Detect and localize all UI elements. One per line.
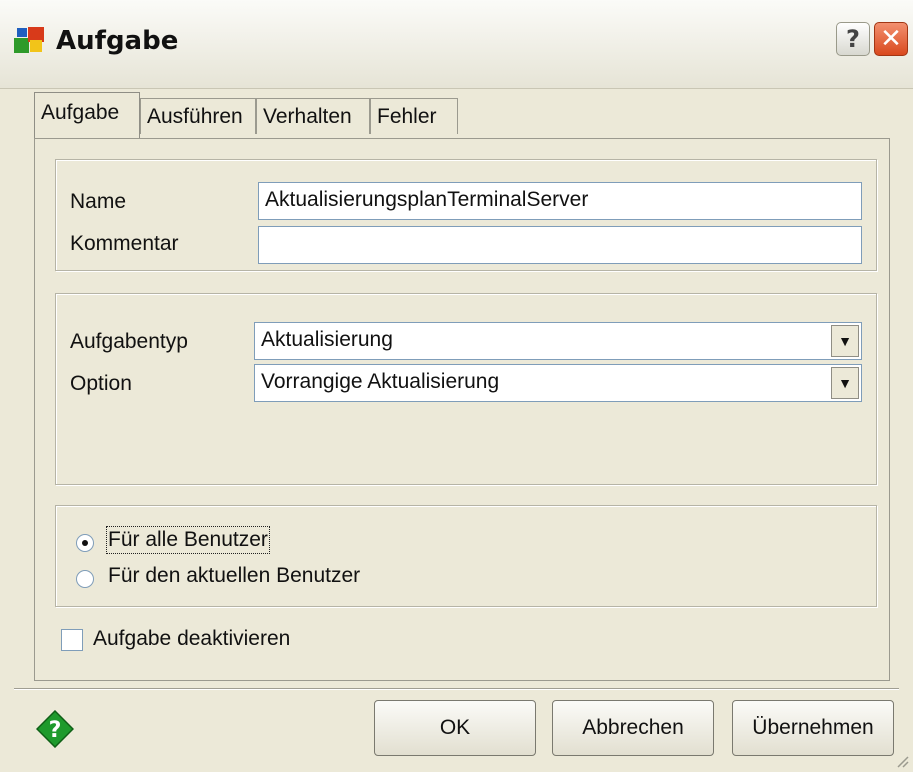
apply-button[interactable]: Übernehmen xyxy=(732,700,894,756)
help-icon[interactable]: ? xyxy=(36,710,74,748)
comment-field[interactable] xyxy=(258,226,862,264)
close-icon: ✕ xyxy=(880,24,902,54)
name-field[interactable]: AktualisierungsplanTerminalServer xyxy=(258,182,862,220)
window-title: Aufgabe xyxy=(56,26,179,56)
disable-task-checkbox[interactable] xyxy=(61,629,83,651)
task-type-value: Aktualisierung xyxy=(261,328,393,351)
disable-task-label[interactable]: Aufgabe deaktivieren xyxy=(93,627,290,651)
general-group: Name AktualisierungsplanTerminalServer K… xyxy=(55,159,877,271)
task-type-select[interactable]: Aktualisierung ▼ xyxy=(254,322,862,360)
title-close-button[interactable]: ✕ xyxy=(874,22,908,56)
separator xyxy=(14,688,899,690)
chevron-down-icon[interactable]: ▼ xyxy=(831,325,859,357)
task-type-group: Aufgabentyp Aktualisierung ▼ Option Vorr… xyxy=(55,293,877,485)
resize-grip-icon[interactable] xyxy=(895,754,909,768)
cancel-button[interactable]: Abbrechen xyxy=(552,700,714,756)
tab-verhalten[interactable]: Verhalten xyxy=(256,98,370,134)
tab-label: Aufgabe xyxy=(41,101,120,124)
tab-aufgabe[interactable]: Aufgabe xyxy=(34,92,140,138)
name-label: Name xyxy=(70,190,127,213)
tab-panel: Name AktualisierungsplanTerminalServer K… xyxy=(34,138,890,681)
tab-ausfuehren[interactable]: Ausführen xyxy=(140,98,256,134)
title-bar[interactable]: Aufgabe ? ✕ xyxy=(0,0,913,89)
task-type-label: Aufgabentyp xyxy=(70,330,188,353)
comment-label: Kommentar xyxy=(70,232,179,255)
tab-fehler[interactable]: Fehler xyxy=(370,98,458,134)
option-label: Option xyxy=(70,372,132,395)
chevron-down-icon[interactable]: ▼ xyxy=(831,367,859,399)
svg-text:?: ? xyxy=(49,718,62,743)
question-icon: ? xyxy=(846,25,860,53)
app-icon xyxy=(14,27,44,53)
all-users-label[interactable]: Für alle Benutzer xyxy=(106,526,270,554)
user-scope-group: Für alle Benutzer Für den aktuellen Benu… xyxy=(55,505,877,607)
option-select[interactable]: Vorrangige Aktualisierung ▼ xyxy=(254,364,862,402)
title-help-button[interactable]: ? xyxy=(836,22,870,56)
tab-label: Fehler xyxy=(377,105,437,128)
all-users-radio[interactable] xyxy=(76,534,94,552)
current-user-radio[interactable] xyxy=(76,570,94,588)
tab-label: Ausführen xyxy=(147,105,243,128)
ok-button[interactable]: OK xyxy=(374,700,536,756)
current-user-label[interactable]: Für den aktuellen Benutzer xyxy=(108,564,360,588)
option-value: Vorrangige Aktualisierung xyxy=(261,370,500,393)
tab-label: Verhalten xyxy=(263,105,352,128)
